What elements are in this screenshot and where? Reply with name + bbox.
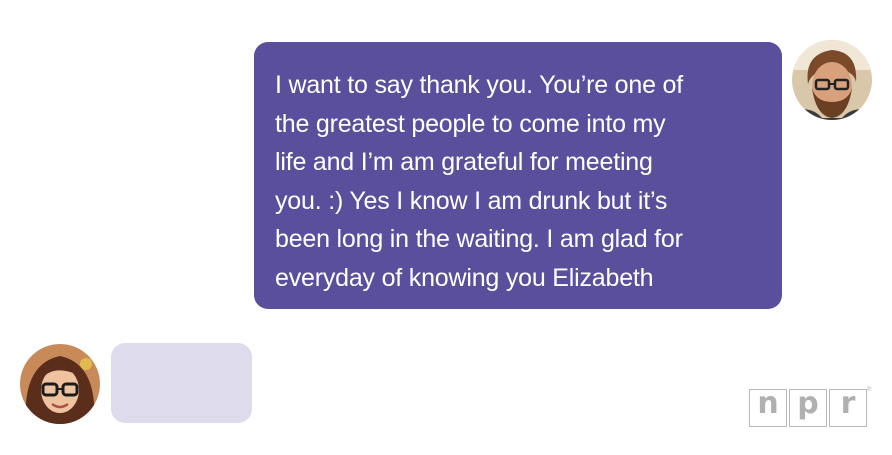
sender-avatar[interactable]: [792, 40, 872, 120]
npr-logo: n p r ®: [749, 387, 872, 429]
npr-logo-letter: n: [749, 389, 787, 427]
message-line: you. :) Yes I know I am drunk but it’s: [275, 186, 668, 215]
registered-mark: ®: [867, 387, 872, 393]
npr-logo-letter: r: [829, 389, 867, 427]
bearded-man-avatar-icon: [792, 40, 872, 120]
message-line: the greatest people to come into my: [275, 109, 666, 138]
message-line: everyday of knowing you Elizabeth: [275, 263, 654, 292]
message-line: been long in the waiting. I am glad for: [275, 225, 683, 253]
woman-with-glasses-avatar-icon: [20, 344, 100, 424]
sent-message-bubble: I want to say thank you. You’re one of t…: [254, 42, 782, 309]
chat-screen: I want to say thank you. You’re one of t…: [0, 0, 892, 455]
npr-logo-letter: p: [789, 389, 827, 427]
message-line: I want to say thank you. You’re one of: [275, 71, 683, 99]
message-line: life and I’m am grateful for meeting: [275, 148, 653, 176]
typing-indicator-bubble: [111, 343, 252, 423]
recipient-avatar[interactable]: [20, 344, 100, 424]
